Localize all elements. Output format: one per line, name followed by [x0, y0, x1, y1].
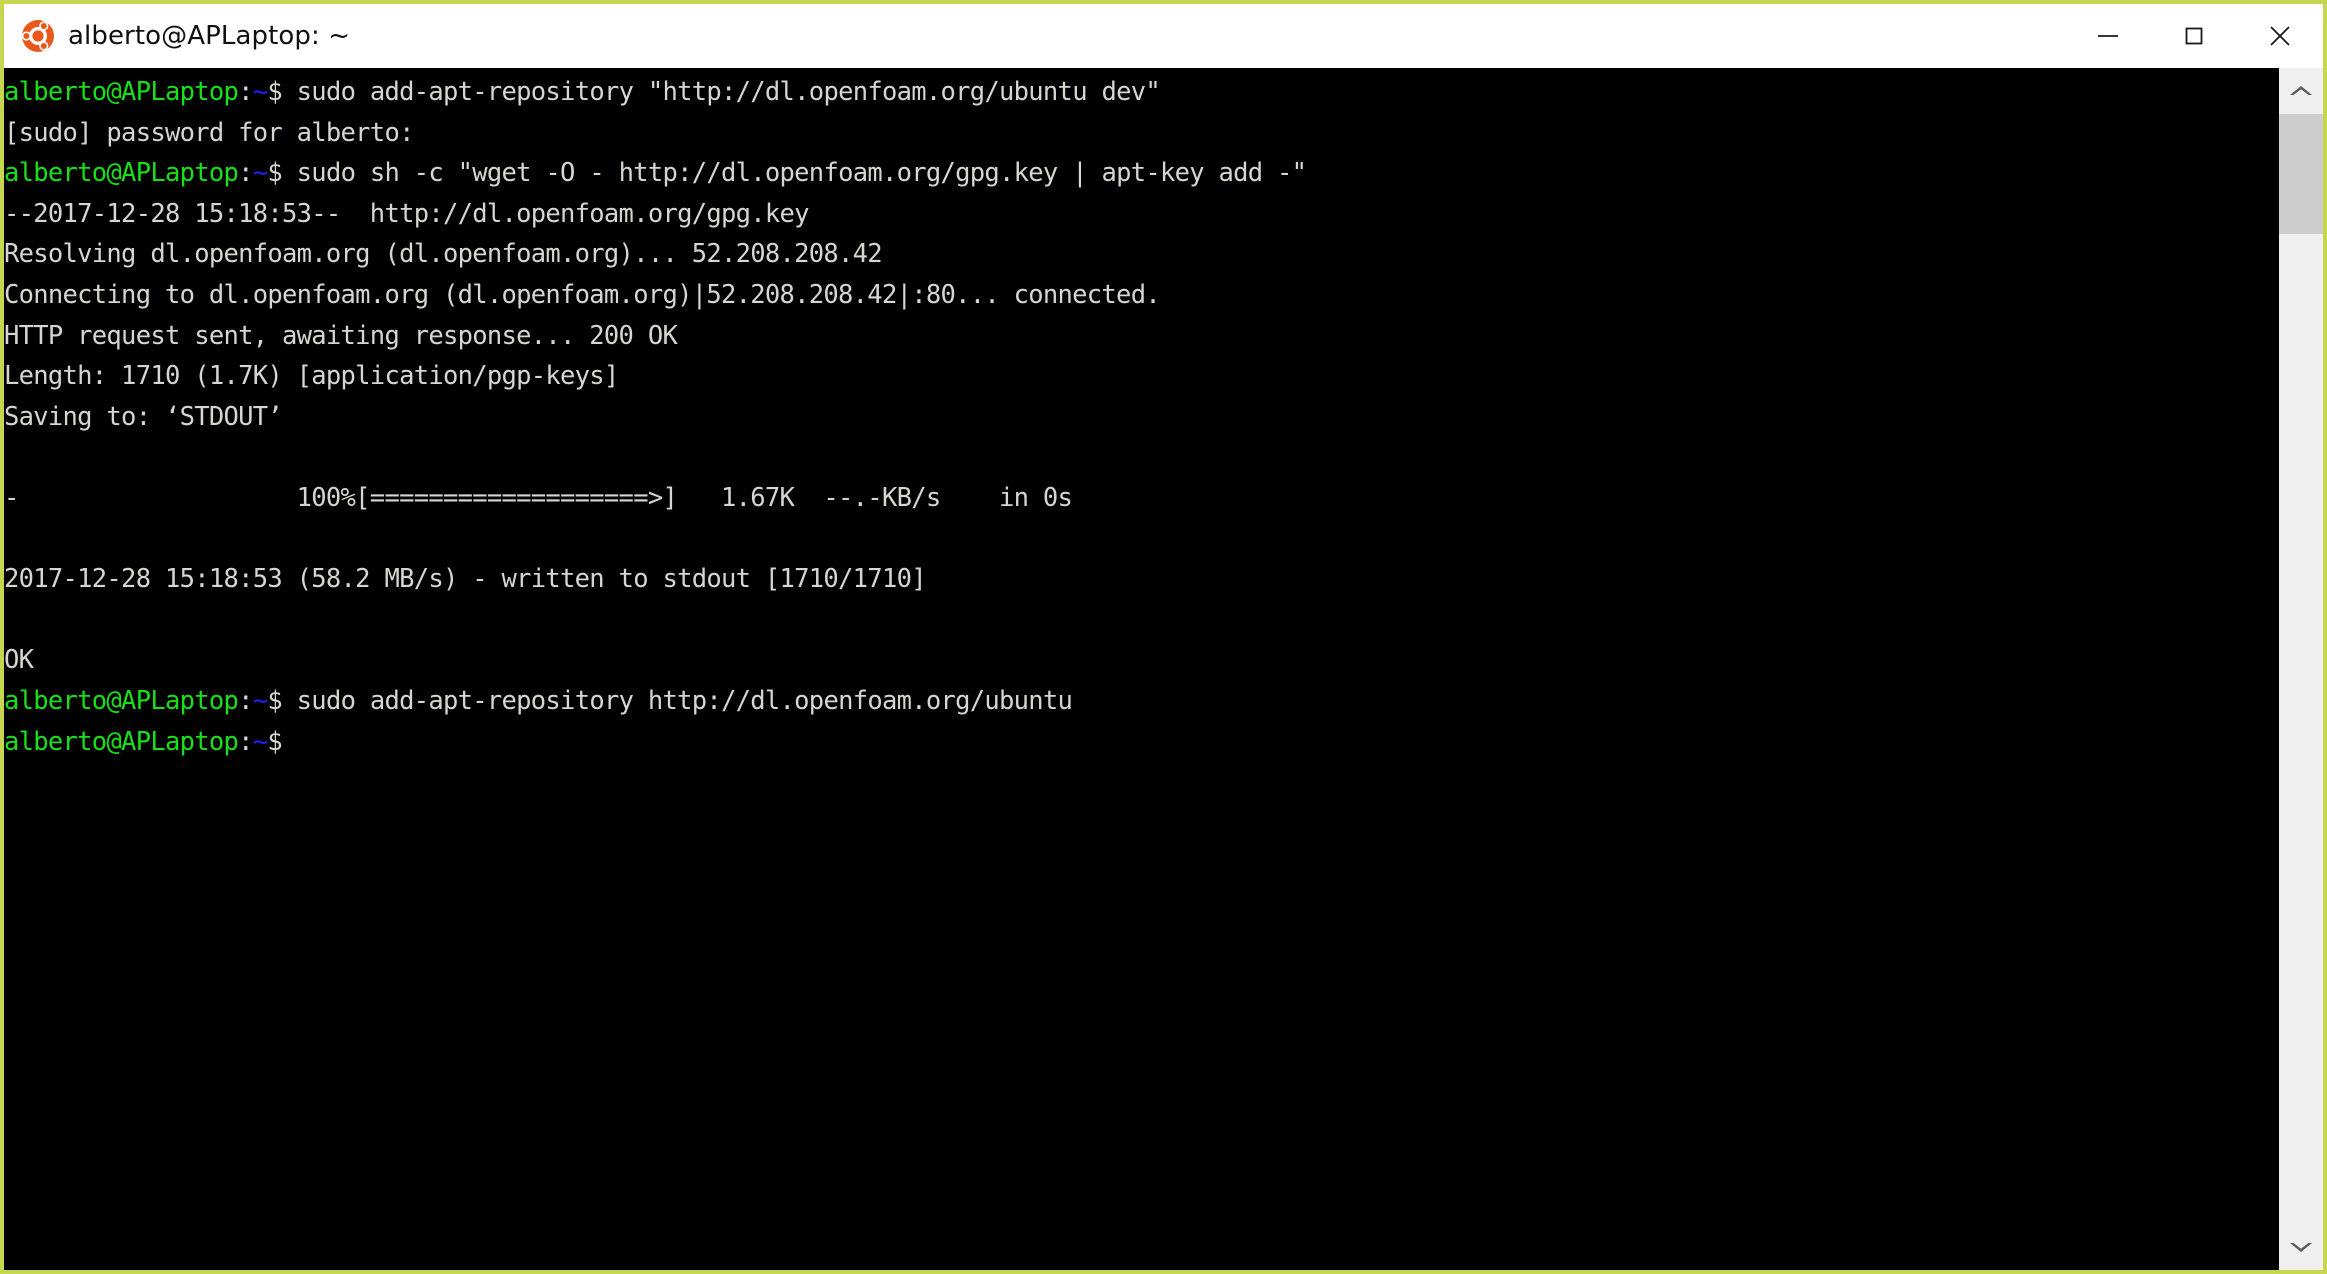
ubuntu-logo-icon — [20, 18, 56, 54]
terminal-line: Length: 1710 (1.7K) [application/pgp-key… — [4, 361, 619, 392]
terminal-window: alberto@APLaptop: ~ alberto@APLaptop:~$ … — [0, 0, 2327, 1274]
terminal-line: HTTP request sent, awaiting response... … — [4, 320, 678, 351]
titlebar-left-group: alberto@APLaptop: ~ — [4, 18, 350, 54]
terminal-line: Connecting to dl.openfoam.org (dl.openfo… — [4, 279, 1161, 310]
window-titlebar[interactable]: alberto@APLaptop: ~ — [4, 0, 2323, 68]
terminal-line: alberto@APLaptop:~$ — [4, 726, 283, 757]
close-button[interactable] — [2237, 4, 2323, 68]
terminal-line: Resolving dl.openfoam.org (dl.openfoam.o… — [4, 239, 883, 270]
minimize-button[interactable] — [2065, 4, 2151, 68]
terminal-line: [sudo] password for alberto: — [4, 117, 414, 148]
terminal-line: OK — [4, 645, 34, 676]
window-title: alberto@APLaptop: ~ — [68, 21, 351, 51]
scrollbar-thumb[interactable] — [2279, 114, 2323, 234]
terminal-line: --2017-12-28 15:18:53-- http://dl.openfo… — [4, 198, 810, 229]
terminal-scrollbar[interactable] — [2279, 68, 2323, 1270]
window-controls — [2065, 4, 2323, 68]
terminal-output-area[interactable]: alberto@APLaptop:~$ sudo add-apt-reposit… — [4, 68, 2279, 1270]
terminal-line: Saving to: ‘STDOUT’ — [4, 401, 283, 432]
scrollbar-down-button[interactable] — [2279, 1224, 2323, 1270]
scrollbar-track[interactable] — [2279, 114, 2323, 1224]
terminal-line: alberto@APLaptop:~$ sudo add-apt-reposit… — [4, 685, 1073, 716]
terminal-line: alberto@APLaptop:~$ sudo add-apt-reposit… — [4, 77, 1161, 107]
terminal-line: 2017-12-28 15:18:53 (58.2 MB/s) - writte… — [4, 564, 927, 595]
window-body: alberto@APLaptop:~$ sudo add-apt-reposit… — [4, 68, 2323, 1270]
chevron-up-icon — [2288, 83, 2314, 99]
scrollbar-up-button[interactable] — [2279, 68, 2323, 114]
chevron-down-icon — [2288, 1239, 2314, 1255]
maximize-button[interactable] — [2151, 4, 2237, 68]
terminal-text: alberto@APLaptop:~$ sudo add-apt-reposit… — [4, 72, 1307, 762]
terminal-line: alberto@APLaptop:~$ sudo sh -c "wget -O … — [4, 158, 1307, 189]
terminal-line: - 100%[===================>] 1.67K --.-K… — [4, 482, 1073, 513]
